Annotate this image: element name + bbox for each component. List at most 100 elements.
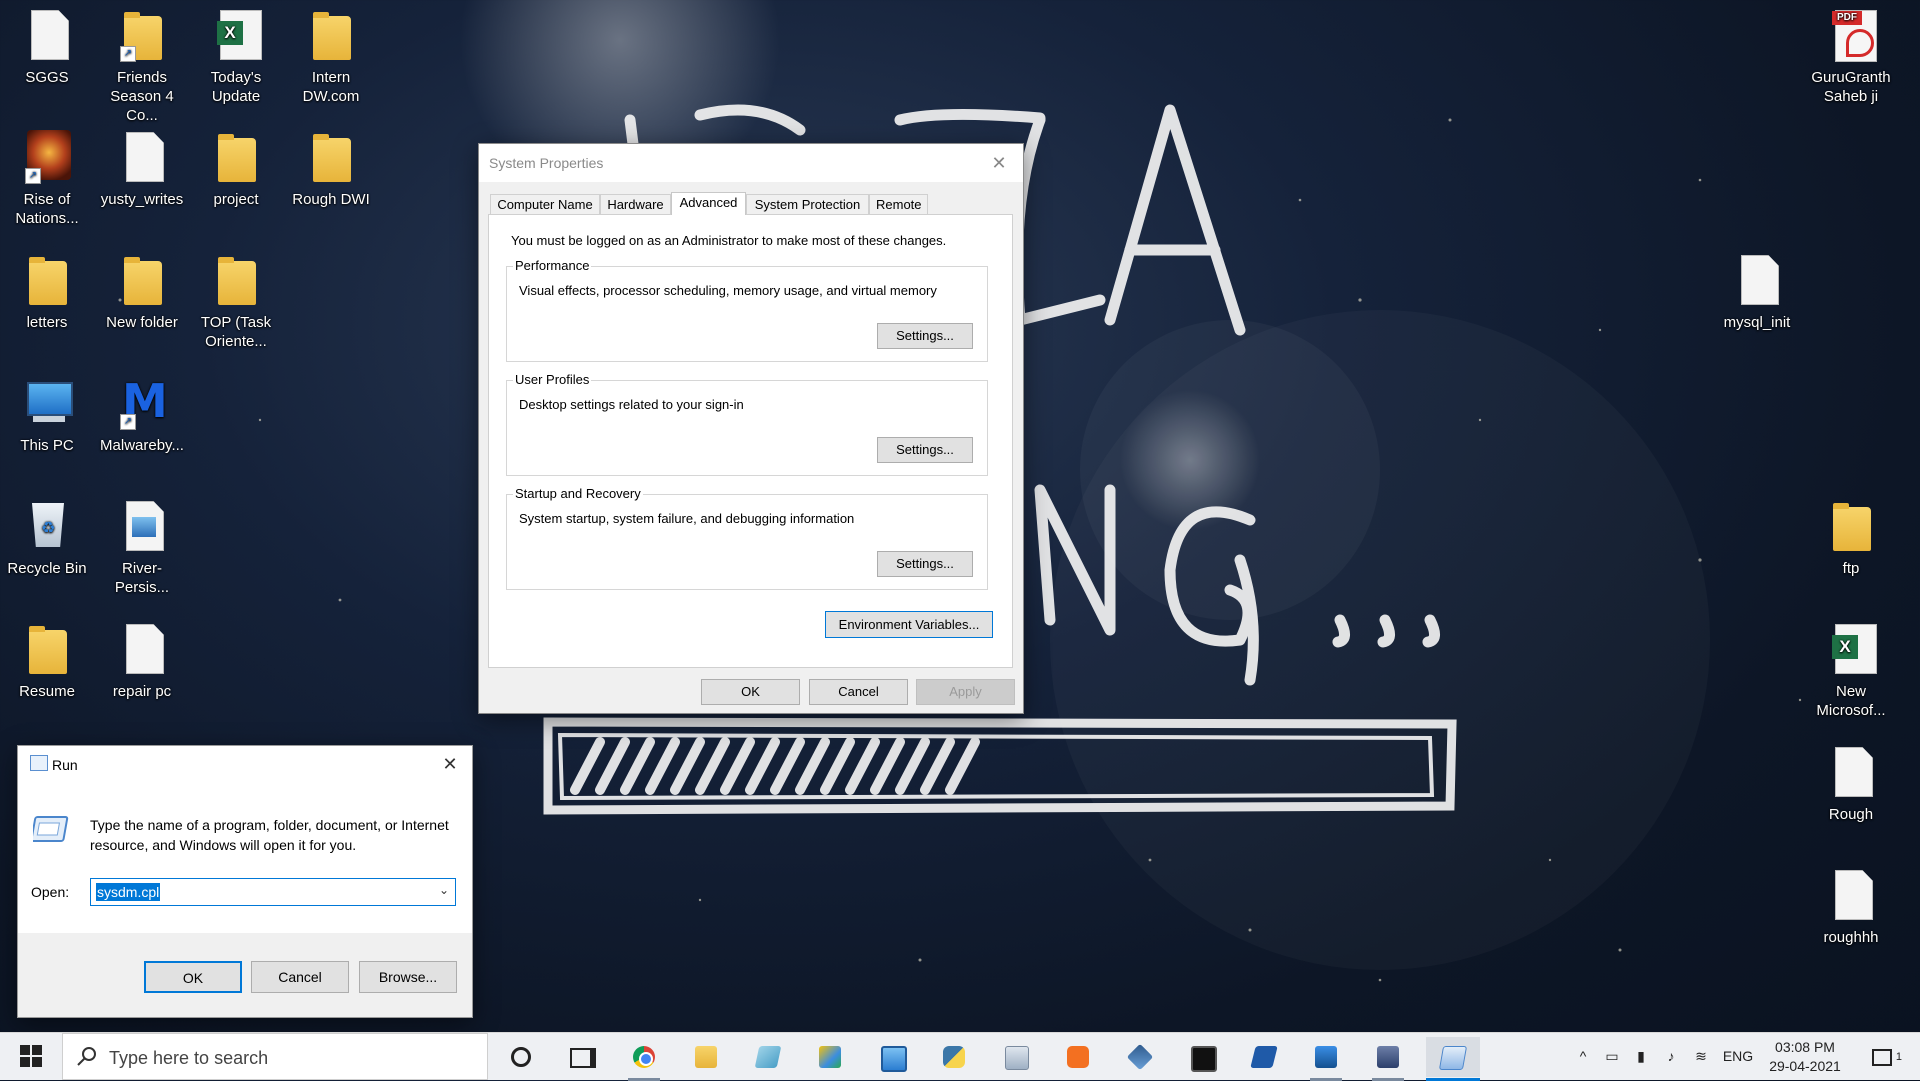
tab-remote[interactable]: Remote [869,194,928,214]
start-button[interactable] [0,1033,62,1080]
system-properties-window: System Properties ✕ Computer Name Hardwa… [478,143,1024,714]
desktop-icon-new-folder[interactable]: New folder [96,253,188,332]
desktop-icon-letters[interactable]: letters [1,253,93,332]
search-icon [77,1047,96,1066]
environment-variables-button[interactable]: Environment Variables... [825,611,993,638]
folder-icon [212,253,260,309]
open-combobox[interactable]: sysdm.cpl ⌄ [90,878,456,906]
close-icon[interactable]: ✕ [436,750,464,778]
taskbar-snipping-tool[interactable] [806,1037,854,1077]
cancel-button[interactable]: Cancel [251,961,349,993]
desktop-icon-this-pc[interactable]: This PC [1,376,93,455]
desktop-icon-label: mysql_init [1723,314,1791,331]
desktop-icon-new-microsoft[interactable]: X New Microsof... [1805,622,1897,720]
search-box[interactable]: Type here to search [62,1033,488,1080]
window-title: System Properties [489,155,604,171]
desktop-icon-label: project [213,191,259,208]
desktop-icon-malwarebytes[interactable]: M ↗ Malwareby... [96,376,188,455]
tab-system-protection[interactable]: System Protection [746,194,869,214]
desktop-icon-friends[interactable]: ↗ Friends Season 4 Co... [96,8,188,125]
tab-advanced[interactable]: Advanced [671,192,746,215]
desktop-icon-rough-dwi[interactable]: Rough DWI [285,130,377,209]
close-icon[interactable]: ✕ [985,150,1013,176]
desktop-icon-gurugranth[interactable]: PDF GuruGranth Saheb ji [1805,8,1897,106]
folder-icon [1827,499,1875,555]
taskbar-task-view[interactable] [556,1037,604,1077]
taskbar-photos[interactable] [1302,1037,1350,1081]
taskbar-control-panel[interactable] [868,1037,916,1077]
desktop-icon-label: Malwareby... [100,437,184,454]
terminal-icon [1191,1046,1217,1072]
taskbar-file-explorer[interactable] [682,1037,730,1077]
tab-computer-name[interactable]: Computer Name [490,194,600,214]
file-explorer-icon [695,1046,717,1068]
task-view-icon [570,1048,596,1068]
desktop-icon-sggs[interactable]: SGGS [1,8,93,87]
ok-button[interactable]: OK [144,961,242,993]
ok-button[interactable]: OK [701,679,800,705]
taskbar-notepad[interactable] [744,1037,792,1077]
desktop-icon-label: SGGS [25,69,69,86]
taskbar-powershell[interactable] [1240,1037,1288,1077]
browse-button[interactable]: Browse... [359,961,457,993]
notification-center-button[interactable]: 1 [1862,1033,1912,1080]
folder-icon [118,253,166,309]
image-file-icon [118,499,166,555]
desktop-icon-resume[interactable]: Resume [1,622,93,701]
recycle-bin-icon: ♻ [23,499,71,555]
desktop-icon-intern-dw[interactable]: Intern DW.com [285,8,377,106]
open-label: Open: [31,884,70,900]
desktop-icon-label: roughhh [1823,929,1879,946]
task-view-button[interactable] [496,1037,544,1077]
apply-button[interactable]: Apply [916,679,1015,705]
wifi-icon[interactable]: ≋ [1688,1033,1714,1080]
folder-icon [307,130,355,186]
user-profiles-settings-button[interactable]: Settings... [877,437,973,463]
cancel-button[interactable]: Cancel [809,679,908,705]
tab-hardware[interactable]: Hardware [600,194,671,214]
battery-icon[interactable]: ▮ [1628,1033,1654,1080]
startup-recovery-settings-button[interactable]: Settings... [877,551,973,577]
snipping-tool-icon [819,1046,841,1068]
taskbar-network-app[interactable] [1364,1037,1412,1081]
desktop-icon-label: repair pc [112,683,172,700]
desktop-icon-project[interactable]: project [190,130,282,209]
desktop-icon-label: ftp [1842,560,1860,577]
performance-settings-button[interactable]: Settings... [877,323,973,349]
taskbar-run[interactable] [1426,1037,1480,1081]
taskbar-terminal[interactable] [1178,1037,1226,1077]
taskbar-chrome[interactable] [620,1037,668,1081]
taskbar-virtualbox[interactable] [1116,1037,1164,1077]
document-icon [23,8,71,64]
desktop-icon-mysql-init[interactable]: mysql_init [1711,253,1803,332]
folder-shortcut-icon: ↗ [118,8,166,64]
user-profiles-group: User Profiles Desktop settings related t… [506,372,988,476]
desktop-icon-yusty-writes[interactable]: yusty_writes [96,130,188,209]
folder-icon [212,130,260,186]
desktop-icon-roughhh[interactable]: roughhh [1805,868,1897,947]
group-description: Visual effects, processor scheduling, me… [519,283,937,298]
desktop-icon-river-persis[interactable]: River-Persis... [96,499,188,597]
chevron-down-icon[interactable]: ⌄ [439,883,449,897]
show-hidden-icons[interactable]: ^ [1570,1033,1596,1080]
folder-icon [307,8,355,64]
desktop-icon-ftp[interactable]: ftp [1805,499,1897,578]
desktop-icon-label: Rise of Nations... [15,191,79,227]
title-bar[interactable]: System Properties ✕ [479,144,1023,182]
device-icon[interactable]: ▭ [1600,1033,1624,1080]
taskbar-photo-gallery[interactable] [992,1037,1040,1077]
desktop-icon-rough[interactable]: Rough [1805,745,1897,824]
clock[interactable]: 03:08 PM 29-04-2021 [1750,1038,1860,1076]
desktop-icon-repair-pc[interactable]: repair pc [96,622,188,701]
desktop-icon-todays-update[interactable]: X Today's Update [190,8,282,106]
desktop-icon-top-task[interactable]: TOP (Task Oriente... [190,253,282,351]
desktop-icon-recycle-bin[interactable]: ♻ Recycle Bin [1,499,93,578]
control-panel-icon [881,1046,907,1072]
volume-icon[interactable]: ♪ [1658,1033,1684,1080]
desktop-icon-rise-of-nations[interactable]: ↗ Rise of Nations... [1,130,93,228]
open-input-value[interactable]: sysdm.cpl [96,883,161,901]
taskbar-python[interactable] [930,1037,978,1077]
taskbar-xampp[interactable] [1054,1037,1102,1077]
document-icon [1827,868,1875,924]
chrome-center-icon [639,1052,653,1066]
